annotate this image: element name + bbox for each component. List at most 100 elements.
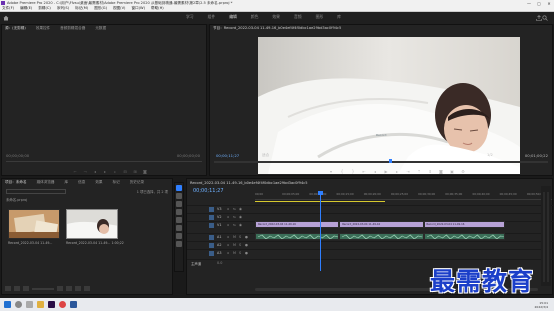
task-view-icon[interactable] <box>26 301 33 308</box>
new-bin-icon[interactable] <box>66 286 72 291</box>
camera-icon[interactable]: ◙ <box>142 169 148 175</box>
track-target-toggle[interactable] <box>209 215 214 220</box>
audio-clip[interactable] <box>339 233 424 240</box>
workspace-tab-libraries[interactable]: 库 <box>337 14 341 20</box>
sort-icon[interactable] <box>57 286 63 291</box>
lock-icon[interactable]: ▫ <box>227 223 229 227</box>
tab-effects[interactable]: 效果 <box>95 180 102 185</box>
track-target-toggle[interactable] <box>209 243 214 248</box>
lock-icon[interactable]: ▫ <box>227 251 229 255</box>
master-volume-value[interactable]: 0.0 <box>217 261 222 265</box>
compare-icon[interactable]: ▣ <box>449 169 455 175</box>
close-button[interactable]: ✕ <box>544 1 554 6</box>
insert-icon[interactable]: ⊟ <box>122 169 128 175</box>
program-playhead[interactable] <box>388 159 392 163</box>
tab-info[interactable]: 信息 <box>78 180 85 185</box>
source-timecode-in[interactable]: 00;00;00;00 <box>6 153 29 158</box>
file-explorer-icon[interactable] <box>37 301 44 308</box>
menu-clip[interactable]: 剪辑(C) <box>38 6 51 11</box>
step-back-icon[interactable]: ◂ <box>372 169 378 175</box>
mute-icon[interactable]: M <box>233 251 236 255</box>
track-select-tool-icon[interactable] <box>176 193 182 199</box>
settings-icon[interactable]: ⚙ <box>460 169 466 175</box>
mark-in-icon[interactable]: { <box>339 169 345 175</box>
tab-program[interactable]: 节目：Record_2022-03-04 11-49-16_b0e4ef4f4f… <box>213 26 341 31</box>
step-forward-icon[interactable]: ▸ <box>394 169 400 175</box>
workspace-tab-editing[interactable]: 编辑 <box>229 14 237 20</box>
solo-icon[interactable]: S <box>239 235 241 239</box>
project-item-thumbnail-selected[interactable] <box>66 209 118 239</box>
add-marker-icon[interactable]: ▾ <box>328 169 334 175</box>
icon-view-icon[interactable] <box>23 286 29 291</box>
menu-edit[interactable]: 编辑(E) <box>20 6 32 11</box>
lock-icon[interactable]: ▫ <box>227 207 229 211</box>
track-target-toggle[interactable] <box>209 251 214 256</box>
hand-tool-icon[interactable] <box>176 233 182 239</box>
go-to-out-icon[interactable]: ⇥ <box>405 169 411 175</box>
mic-icon[interactable]: ● <box>245 235 248 239</box>
program-video-frame[interactable]: Record <box>258 37 520 174</box>
maximize-button[interactable]: ▢ <box>534 1 544 6</box>
video-clip[interactable]: Record_2022-03-04 11-49-16 <box>423 221 506 228</box>
mark-out-icon[interactable]: ¬ <box>82 169 88 175</box>
sync-lock-icon[interactable]: ⇋ <box>233 207 236 211</box>
pen-tool-icon[interactable] <box>176 225 182 231</box>
track-target-toggle[interactable] <box>209 223 214 228</box>
program-fit-dropdown[interactable]: 适合 <box>262 153 269 158</box>
windows-start-icon[interactable] <box>4 301 11 308</box>
tab-effect-controls[interactable]: 效果控件 <box>36 26 50 31</box>
zoom-slider[interactable] <box>32 288 54 290</box>
tab-libraries[interactable]: 库 <box>65 180 69 185</box>
system-tray-clock[interactable]: 15:01 2022/3/4 <box>535 301 548 309</box>
mute-icon[interactable]: M <box>233 235 236 239</box>
extract-icon[interactable]: ⇞ <box>427 169 433 175</box>
trash-icon[interactable] <box>84 286 90 291</box>
track-target-toggle[interactable] <box>209 235 214 240</box>
step-forward-icon[interactable]: ▹ <box>112 169 118 175</box>
video-clip[interactable]: Record_2022-03-04 11-49-16 <box>255 221 340 228</box>
menu-file[interactable]: 文件(F) <box>2 6 14 11</box>
minimize-button[interactable]: — <box>524 1 534 6</box>
workspace-tab-color[interactable]: 颜色 <box>251 14 259 20</box>
ripple-edit-tool-icon[interactable] <box>176 201 182 207</box>
word-icon[interactable] <box>70 301 77 308</box>
lock-icon[interactable]: ▫ <box>227 243 229 247</box>
eye-icon[interactable]: ◉ <box>239 207 242 211</box>
lift-icon[interactable]: ⇡ <box>416 169 422 175</box>
sync-lock-icon[interactable]: ⇋ <box>233 223 236 227</box>
tab-media-browser[interactable]: 媒体浏览器 <box>37 180 55 185</box>
tab-project[interactable]: 项目：未命名 <box>5 180 27 185</box>
workspace-tab-graphics[interactable]: 图形 <box>316 14 324 20</box>
camera-icon[interactable]: ◙ <box>438 169 444 175</box>
premiere-taskbar-icon[interactable] <box>48 301 55 308</box>
overwrite-icon[interactable]: ⊞ <box>132 169 138 175</box>
lock-icon[interactable]: ▫ <box>227 235 229 239</box>
workspace-tab-audio[interactable]: 音频 <box>294 14 302 20</box>
workspace-tab-effects[interactable]: 效果 <box>272 14 280 20</box>
type-tool-icon[interactable] <box>176 241 182 247</box>
solo-icon[interactable]: S <box>239 243 241 247</box>
tab-history[interactable]: 历史记录 <box>130 180 144 185</box>
step-back-icon[interactable]: ◂ <box>92 169 98 175</box>
tab-audio-clip-mixer[interactable]: 音频剪辑混合器 <box>60 26 85 31</box>
mic-icon[interactable]: ● <box>245 243 248 247</box>
tab-markers[interactable]: 标记 <box>113 180 120 185</box>
menu-markers[interactable]: 标记(M) <box>75 6 88 11</box>
eye-icon[interactable]: ◉ <box>239 215 242 219</box>
track-target-toggle[interactable] <box>209 207 214 212</box>
go-to-in-icon[interactable]: ⇤ <box>361 169 367 175</box>
video-clip[interactable]: Record_2022-03-04 11-49-16 <box>339 221 424 228</box>
list-view-icon[interactable] <box>14 286 20 291</box>
workspace-tab-learn[interactable]: 学习 <box>186 14 194 20</box>
play-icon[interactable]: ▸ <box>102 169 108 175</box>
mark-out-icon[interactable]: } <box>350 169 356 175</box>
workspace-tab-assembly[interactable]: 组件 <box>208 14 216 20</box>
menu-sequence[interactable]: 序列(S) <box>57 6 69 11</box>
menu-help[interactable]: 帮助(H) <box>151 6 164 11</box>
lock-icon[interactable]: ▫ <box>227 215 229 219</box>
new-item-icon[interactable] <box>75 286 81 291</box>
mute-icon[interactable]: M <box>233 243 236 247</box>
lock-icon[interactable] <box>5 286 11 291</box>
program-scrub-bar[interactable] <box>214 159 548 163</box>
timeline-timecode[interactable]: 00;00;11;27 <box>193 188 224 194</box>
